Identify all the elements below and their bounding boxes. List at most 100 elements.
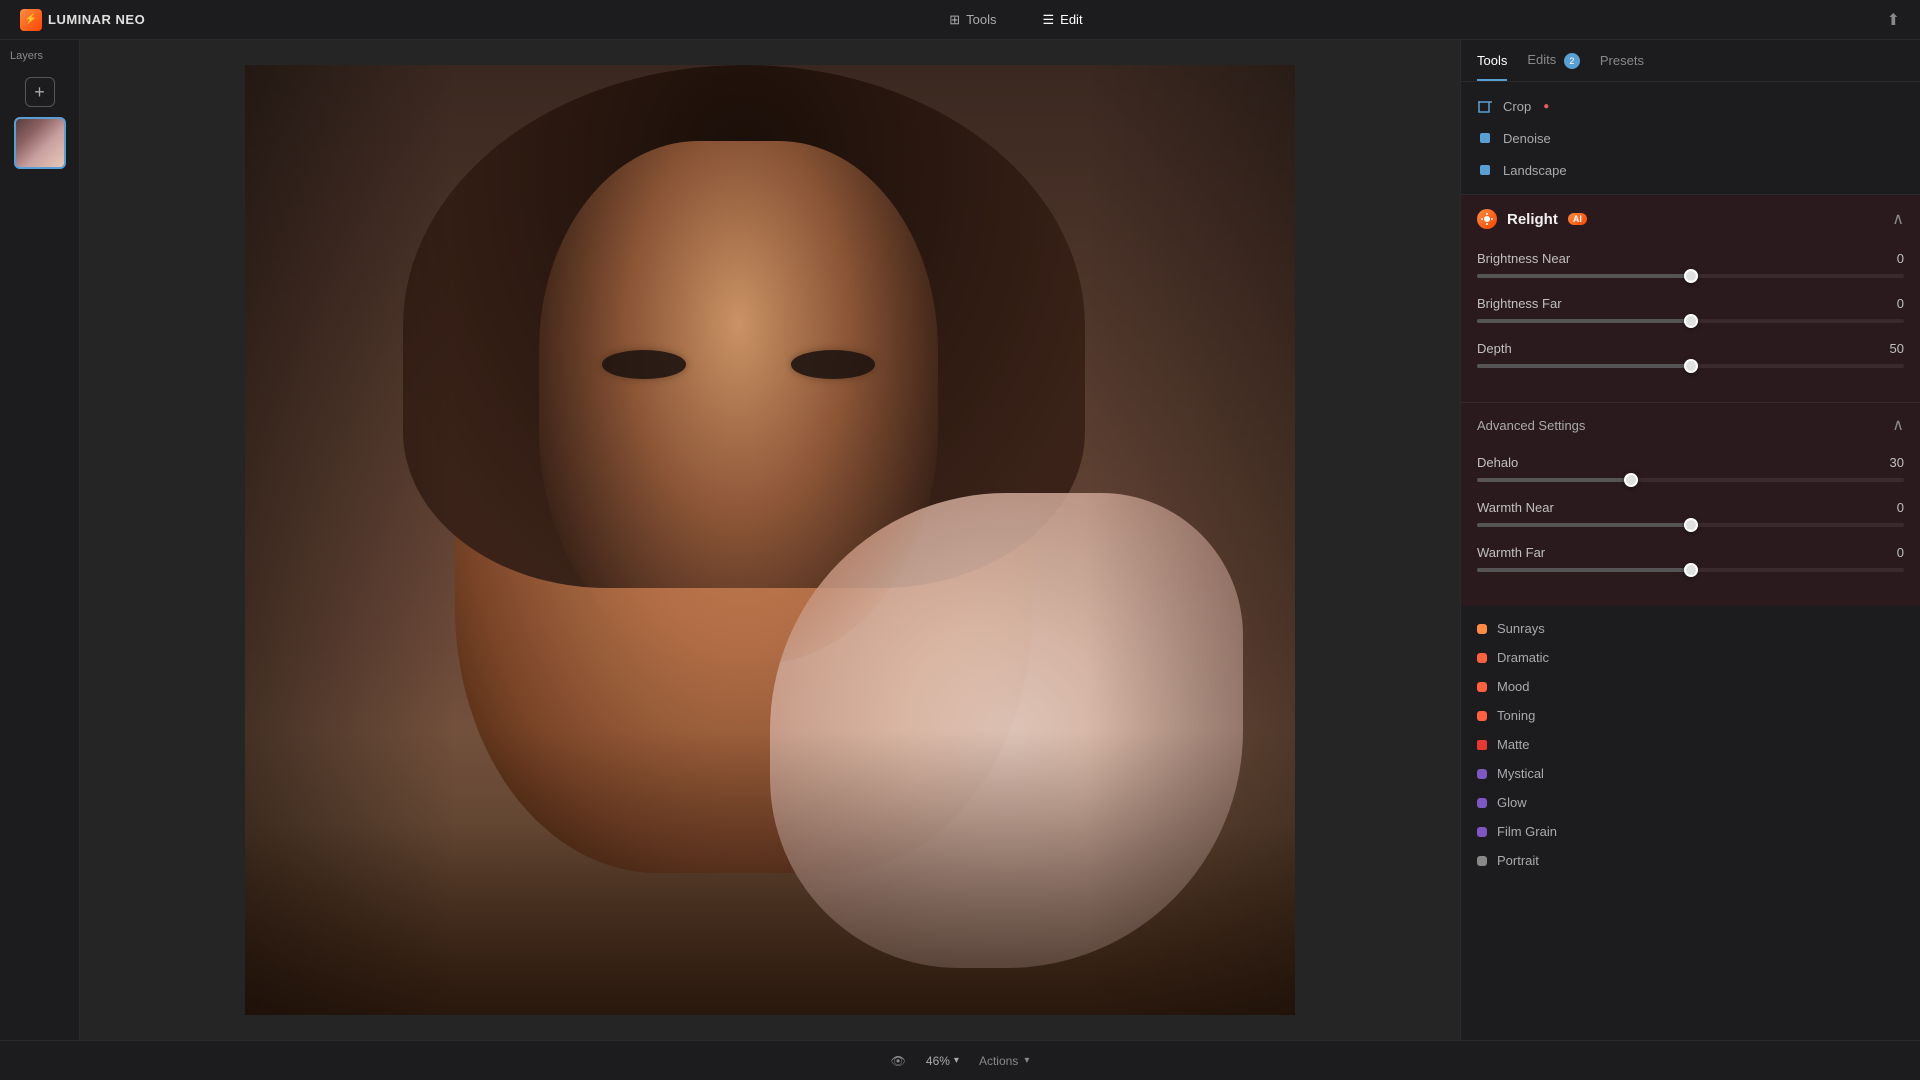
brightness-near-thumb[interactable]	[1684, 269, 1698, 283]
ai-badge: AI	[1568, 213, 1587, 225]
warmth-near-thumb[interactable]	[1684, 518, 1698, 532]
tool-mood[interactable]: Mood	[1461, 672, 1920, 701]
layer-thumbnail[interactable]	[14, 117, 66, 169]
dramatic-icon	[1477, 653, 1487, 663]
depth-label: Depth	[1477, 341, 1512, 356]
topbar-nav: ⊞ Tools ☰ Edit	[941, 8, 1090, 32]
relight-sliders: Brightness Near 0 Brightness Far 0	[1461, 243, 1920, 402]
tool-landscape[interactable]: Landscape	[1477, 154, 1904, 186]
tool-dramatic[interactable]: Dramatic	[1461, 643, 1920, 672]
warmth-near-value: 0	[1897, 500, 1904, 515]
denoise-icon	[1477, 130, 1493, 146]
tool-toning[interactable]: Toning	[1461, 701, 1920, 730]
tool-film-grain[interactable]: Film Grain	[1461, 817, 1920, 846]
advanced-sliders: Dehalo 30 Warmth Near 0	[1461, 447, 1920, 606]
nav-catalog[interactable]: ⊞ Tools	[941, 8, 1004, 32]
add-layer-button[interactable]: +	[25, 77, 55, 107]
warmth-far-thumb[interactable]	[1684, 563, 1698, 577]
tab-edits[interactable]: Edits 2	[1527, 48, 1580, 73]
brightness-far-slider[interactable]	[1477, 319, 1904, 323]
dehalo-thumb[interactable]	[1624, 473, 1638, 487]
actions-menu[interactable]: Actions ▾	[979, 1054, 1029, 1068]
app-logo: ⚡ LUMINAR NEO	[20, 9, 145, 31]
warmth-far-slider[interactable]	[1477, 568, 1904, 572]
logo-text: LUMINAR NEO	[48, 12, 145, 27]
top-tools-section: Crop ● Denoise Landscape	[1461, 82, 1920, 195]
face-highlight	[539, 141, 938, 664]
tool-crop[interactable]: Crop ●	[1477, 90, 1904, 122]
relight-header[interactable]: Relight AI ∧	[1461, 195, 1920, 243]
canvas-area[interactable]	[80, 40, 1460, 1040]
depth-fill	[1477, 364, 1691, 368]
edit-icon: ☰	[1043, 12, 1055, 28]
status-bar: 👁 46% ▾ Actions ▾	[0, 1040, 1920, 1080]
share-icon[interactable]: ⬆	[1887, 10, 1900, 30]
photo-container	[245, 65, 1295, 1015]
eye-left	[602, 350, 686, 379]
visibility-toggle[interactable]: 👁	[891, 1054, 906, 1068]
crop-active-dot: ●	[1543, 101, 1549, 112]
topbar-right: ⬆	[1887, 10, 1900, 30]
advanced-settings-header[interactable]: Advanced Settings ∧	[1461, 402, 1920, 447]
brightness-far-fill	[1477, 319, 1691, 323]
eye-right	[791, 350, 875, 379]
logo-icon: ⚡	[20, 9, 42, 31]
main-layout: Layers +	[0, 40, 1920, 1040]
actions-dropdown-icon: ▾	[1024, 1055, 1029, 1066]
tab-presets[interactable]: Presets	[1600, 49, 1644, 72]
panel-tabs: Tools Edits 2 Presets	[1461, 40, 1920, 82]
left-panel: Layers +	[0, 40, 80, 1040]
tool-matte[interactable]: Matte	[1461, 730, 1920, 759]
warmth-near-slider[interactable]	[1477, 523, 1904, 527]
brightness-near-value: 0	[1897, 251, 1904, 266]
landscape-icon	[1477, 162, 1493, 178]
toning-icon	[1477, 711, 1487, 721]
matte-icon	[1477, 740, 1487, 750]
brightness-far-label: Brightness Far	[1477, 296, 1562, 311]
tool-glow[interactable]: Glow	[1461, 788, 1920, 817]
brightness-near-slider[interactable]	[1477, 274, 1904, 278]
relight-collapse-icon[interactable]: ∧	[1892, 209, 1904, 229]
brightness-far-row: Brightness Far 0	[1477, 296, 1904, 323]
zoom-dropdown-icon: ▾	[954, 1055, 959, 1066]
warmth-near-row: Warmth Near 0	[1477, 500, 1904, 527]
brightness-near-row: Brightness Near 0	[1477, 251, 1904, 278]
right-panel: Tools Edits 2 Presets Crop	[1460, 40, 1920, 1040]
depth-row: Depth 50	[1477, 341, 1904, 368]
photo-background	[245, 65, 1295, 1015]
warmth-near-label: Warmth Near	[1477, 500, 1554, 515]
brightness-near-label: Brightness Near	[1477, 251, 1570, 266]
tab-tools[interactable]: Tools	[1477, 49, 1507, 72]
brightness-near-fill	[1477, 274, 1691, 278]
glow-icon	[1477, 798, 1487, 808]
brightness-far-thumb[interactable]	[1684, 314, 1698, 328]
relight-panel: Relight AI ∧ Brightness Near 0	[1461, 195, 1920, 606]
tool-sunrays[interactable]: Sunrays	[1461, 614, 1920, 643]
tool-mystical[interactable]: Mystical	[1461, 759, 1920, 788]
warmth-near-fill	[1477, 523, 1691, 527]
depth-slider[interactable]	[1477, 364, 1904, 368]
warmth-far-fill	[1477, 568, 1691, 572]
depth-value: 50	[1890, 341, 1904, 356]
film-grain-icon	[1477, 827, 1487, 837]
portrait-icon	[1477, 856, 1487, 866]
warmth-far-row: Warmth Far 0	[1477, 545, 1904, 572]
relight-title: Relight	[1507, 211, 1558, 228]
brightness-far-value: 0	[1897, 296, 1904, 311]
layers-title: Layers	[0, 50, 43, 62]
dehalo-label: Dehalo	[1477, 455, 1518, 470]
actions-label: Actions	[979, 1054, 1018, 1068]
nav-edit[interactable]: ☰ Edit	[1035, 8, 1091, 32]
topbar: ⚡ LUMINAR NEO ⊞ Tools ☰ Edit ⬆	[0, 0, 1920, 40]
mystical-icon	[1477, 769, 1487, 779]
tools-list: Sunrays Dramatic Mood Toning Matte Mysti…	[1461, 606, 1920, 883]
advanced-settings-title: Advanced Settings	[1477, 418, 1585, 433]
depth-thumb[interactable]	[1684, 359, 1698, 373]
dehalo-slider[interactable]	[1477, 478, 1904, 482]
mood-icon	[1477, 682, 1487, 692]
zoom-control[interactable]: 46% ▾	[926, 1054, 959, 1068]
tool-portrait[interactable]: Portrait	[1461, 846, 1920, 875]
dehalo-fill	[1477, 478, 1631, 482]
zoom-value-text: 46%	[926, 1054, 950, 1068]
tool-denoise[interactable]: Denoise	[1477, 122, 1904, 154]
